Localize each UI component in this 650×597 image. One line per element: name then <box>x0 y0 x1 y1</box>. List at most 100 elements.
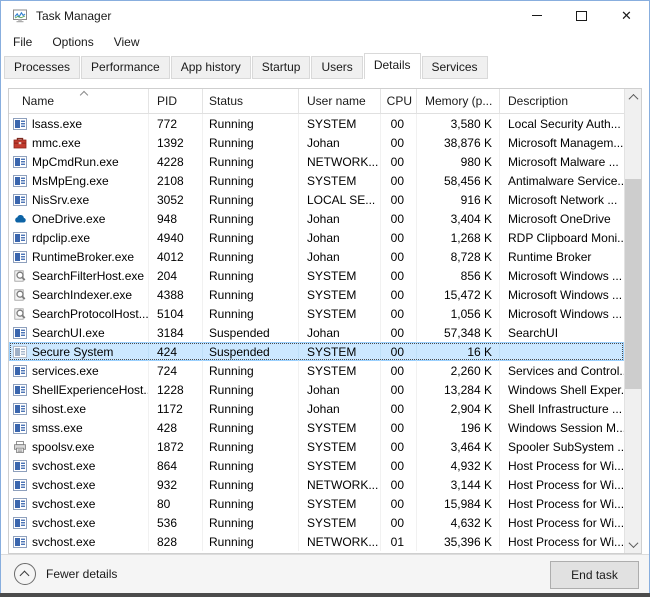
cell-status: Suspended <box>203 323 299 342</box>
process-row[interactable]: svchost.exe 536 Running SYSTEM 00 4,632 … <box>9 513 624 532</box>
printer-icon <box>13 440 27 454</box>
cell-description: Microsoft Managem... <box>500 133 624 152</box>
app-window-icon <box>13 326 27 340</box>
close-button[interactable]: ✕ <box>604 1 649 30</box>
process-row[interactable]: smss.exe 428 Running SYSTEM 00 196 K Win… <box>9 418 624 437</box>
menu-item-file[interactable]: File <box>1 32 42 52</box>
process-row[interactable]: SearchIndexer.exe 4388 Running SYSTEM 00… <box>9 285 624 304</box>
cell-cpu: 00 <box>381 266 417 285</box>
column-header-desc[interactable]: Description <box>500 89 624 113</box>
tab-details[interactable]: Details <box>364 53 421 79</box>
cell-pid: 4940 <box>149 228 203 247</box>
end-task-button[interactable]: End task <box>550 561 639 589</box>
cell-description: Local Security Auth... <box>500 114 624 133</box>
app-window-icon <box>13 231 27 245</box>
cell-cpu: 00 <box>381 418 417 437</box>
scroll-up-button[interactable] <box>625 89 642 106</box>
process-row[interactable]: ShellExperienceHost.... 1228 Running Joh… <box>9 380 624 399</box>
process-row[interactable]: MpCmdRun.exe 4228 Running NETWORK... 00 … <box>9 152 624 171</box>
process-row[interactable]: SearchUI.exe 3184 Suspended Johan 00 57,… <box>9 323 624 342</box>
tabstrip: ProcessesPerformanceApp historyStartupUs… <box>1 53 649 79</box>
tab-performance[interactable]: Performance <box>81 56 170 79</box>
column-header-name[interactable]: Name <box>9 89 149 113</box>
process-row[interactable]: spoolsv.exe 1872 Running SYSTEM 00 3,464… <box>9 437 624 456</box>
cell-memory: 3,144 K <box>417 475 500 494</box>
process-row[interactable]: svchost.exe 80 Running SYSTEM 00 15,984 … <box>9 494 624 513</box>
cell-description: Host Process for Wi... <box>500 456 624 475</box>
process-row[interactable]: lsass.exe 772 Running SYSTEM 00 3,580 K … <box>9 114 624 133</box>
cell-status: Running <box>203 437 299 456</box>
process-row[interactable]: svchost.exe 864 Running SYSTEM 00 4,932 … <box>9 456 624 475</box>
cell-status: Running <box>203 209 299 228</box>
column-header-status[interactable]: Status <box>203 89 299 113</box>
cell-memory: 916 K <box>417 190 500 209</box>
process-row[interactable]: mmc.exe 1392 Running Johan 00 38,876 K M… <box>9 133 624 152</box>
maximize-button[interactable] <box>559 1 604 30</box>
cell-memory: 980 K <box>417 152 500 171</box>
column-header-user[interactable]: User name <box>299 89 381 113</box>
cell-pid: 864 <box>149 456 203 475</box>
table-body: lsass.exe 772 Running SYSTEM 00 3,580 K … <box>9 114 624 551</box>
tab-processes[interactable]: Processes <box>4 56 80 79</box>
cell-cpu: 00 <box>381 152 417 171</box>
cell-cpu: 00 <box>381 494 417 513</box>
process-row[interactable]: SearchFilterHost.exe 204 Running SYSTEM … <box>9 266 624 285</box>
cell-status: Running <box>203 304 299 323</box>
task-manager-icon <box>12 8 28 24</box>
search-icon <box>13 307 27 321</box>
app-window-icon <box>13 155 27 169</box>
process-row[interactable]: svchost.exe 932 Running NETWORK... 00 3,… <box>9 475 624 494</box>
fewer-details-toggle[interactable]: Fewer details <box>14 563 117 585</box>
cell-memory: 1,056 K <box>417 304 500 323</box>
cell-status: Running <box>203 133 299 152</box>
process-row[interactable]: SearchProtocolHost.... 5104 Running SYST… <box>9 304 624 323</box>
cell-cpu: 00 <box>381 323 417 342</box>
vertical-scrollbar[interactable] <box>624 89 641 553</box>
scrollbar-thumb[interactable] <box>625 179 642 389</box>
column-header-pid[interactable]: PID <box>149 89 203 113</box>
scroll-down-button[interactable] <box>625 536 642 553</box>
cell-name: ShellExperienceHost.... <box>32 383 149 397</box>
process-row[interactable]: sihost.exe 1172 Running Johan 00 2,904 K… <box>9 399 624 418</box>
cell-cpu: 00 <box>381 399 417 418</box>
cell-status: Running <box>203 532 299 551</box>
chevron-down-icon <box>629 538 639 548</box>
tab-users[interactable]: Users <box>311 56 362 79</box>
process-details-listview: NamePIDStatusUser nameCPUMemory (p...Des… <box>8 88 642 554</box>
cell-cpu: 00 <box>381 456 417 475</box>
process-row[interactable]: svchost.exe 828 Running NETWORK... 01 35… <box>9 532 624 551</box>
tab-app-history[interactable]: App history <box>171 56 251 79</box>
caption-buttons: ✕ <box>514 1 649 30</box>
cell-status: Running <box>203 418 299 437</box>
process-row-selected[interactable]: Secure System 424 Suspended SYSTEM 00 16… <box>9 342 624 361</box>
cell-status: Running <box>203 266 299 285</box>
process-row[interactable]: MsMpEng.exe 2108 Running SYSTEM 00 58,45… <box>9 171 624 190</box>
cell-user-name: SYSTEM <box>299 456 381 475</box>
tab-services[interactable]: Services <box>422 56 488 79</box>
process-row[interactable]: services.exe 724 Running SYSTEM 00 2,260… <box>9 361 624 380</box>
cell-description: Microsoft Windows ... <box>500 285 624 304</box>
column-header-cpu[interactable]: CPU <box>381 89 417 113</box>
minimize-button[interactable] <box>514 1 559 30</box>
cell-cpu: 00 <box>381 285 417 304</box>
cell-cpu: 00 <box>381 228 417 247</box>
cell-user-name: SYSTEM <box>299 361 381 380</box>
cell-cpu: 00 <box>381 342 417 361</box>
process-row[interactable]: rdpclip.exe 4940 Running Johan 00 1,268 … <box>9 228 624 247</box>
menu-item-options[interactable]: Options <box>42 32 103 52</box>
cell-cpu: 00 <box>381 475 417 494</box>
tab-startup[interactable]: Startup <box>252 56 311 79</box>
cell-memory: 4,632 K <box>417 513 500 532</box>
cell-memory: 16 K <box>417 342 500 361</box>
cell-name: SearchIndexer.exe <box>32 288 132 302</box>
process-row[interactable]: NisSrv.exe 3052 Running LOCAL SE... 00 9… <box>9 190 624 209</box>
process-row[interactable]: RuntimeBroker.exe 4012 Running Johan 00 … <box>9 247 624 266</box>
cell-cpu: 00 <box>381 133 417 152</box>
process-row[interactable]: OneDrive.exe 948 Running Johan 00 3,404 … <box>9 209 624 228</box>
menu-item-view[interactable]: View <box>104 32 150 52</box>
column-header-mem[interactable]: Memory (p... <box>417 89 500 113</box>
cell-memory: 196 K <box>417 418 500 437</box>
cell-user-name: SYSTEM <box>299 171 381 190</box>
cell-name: svchost.exe <box>32 497 95 511</box>
cell-name: lsass.exe <box>32 117 82 131</box>
